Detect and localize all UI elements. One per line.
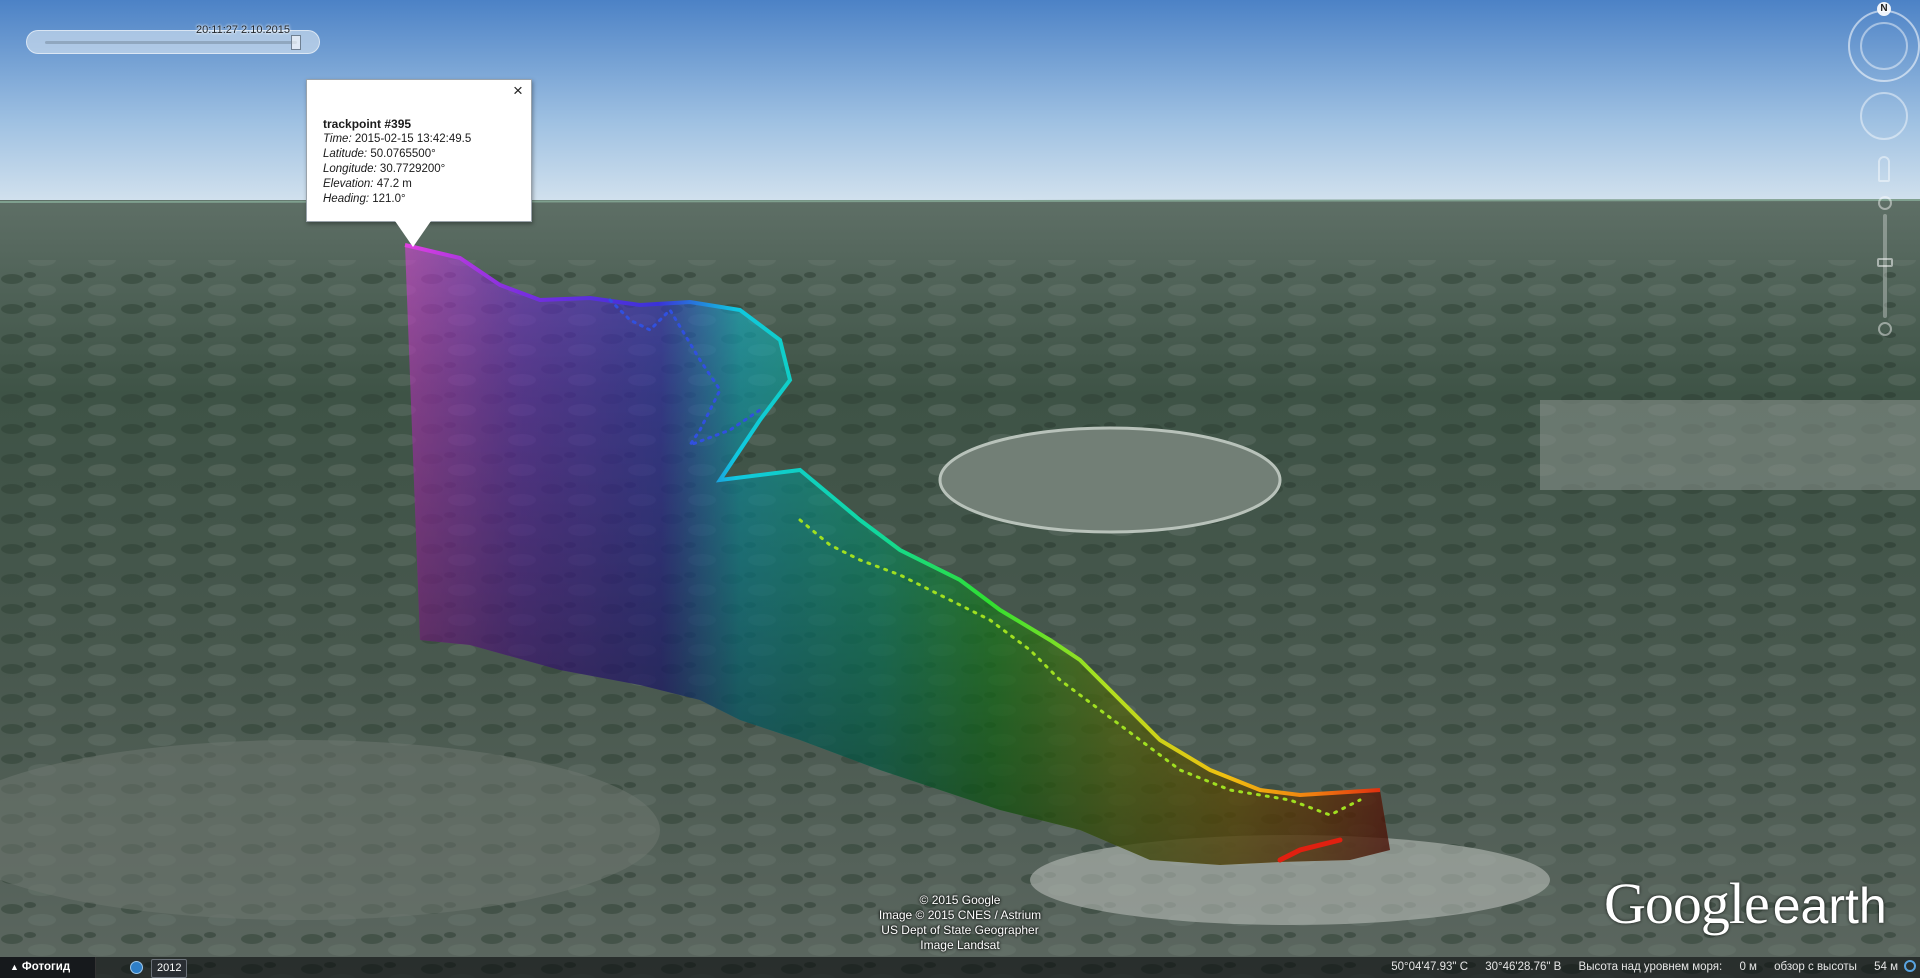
time-slider-handle[interactable] [291, 35, 301, 50]
attribution-line: © 2015 Google [919, 893, 1001, 907]
balloon-row-elevation: Elevation: 47.2 m [323, 178, 412, 190]
balloon-row-time: Time: 2015-02-15 13:42:49.5 [323, 133, 472, 145]
status-readout: 50°04'47.93" С 30°46'28.76" В Высота над… [1377, 957, 1916, 978]
balloon-pointer [395, 221, 431, 247]
pegman-icon[interactable] [1878, 156, 1890, 182]
tour-guide-label: Фотогид [21, 961, 71, 973]
streaming-indicator-icon [1904, 960, 1916, 972]
eye-altitude-value: 54 м [1874, 961, 1898, 973]
field-oval [938, 426, 1282, 534]
earth-3d-view[interactable] [0, 0, 1920, 978]
attribution-line: US Dept of State Geographer [881, 923, 1039, 937]
chevron-up-icon: ▲ [10, 962, 19, 972]
google-earth-logo: Googleearth [1604, 870, 1887, 937]
status-bar: ▲ Фотогид 2012 50°04'47.93" С 30°46'28.76… [0, 957, 1920, 978]
elevation-label: Высота над уровнем моря: [1578, 961, 1723, 973]
zoom-slider-thumb[interactable] [1877, 258, 1893, 267]
zoom-in-icon[interactable] [1878, 196, 1892, 210]
balloon-row-longitude: Longitude: 30.7729200° [323, 163, 446, 175]
imagery-attribution: © 2015 Google Image © 2015 CNES / Astriu… [860, 893, 1060, 953]
close-icon[interactable]: × [509, 82, 527, 100]
navigation-controls: N [1830, 0, 1920, 360]
logo-earth-text: earth [1772, 878, 1887, 934]
imagery-year-badge[interactable]: 2012 [151, 959, 188, 978]
trackpoint-balloon: × trackpoint #395 Time: 2015-02-15 13:42… [306, 79, 532, 222]
attribution-line: Image © 2015 CNES / Astrium [878, 908, 1042, 922]
attribution-line: Image Landsat [920, 938, 1000, 952]
compass-inner-ring[interactable] [1860, 22, 1908, 70]
logo-google-text: Google [1604, 871, 1770, 936]
balloon-details: Time: 2015-02-15 13:42:49.5 Latitude: 50… [323, 132, 471, 207]
tour-guide-button[interactable]: ▲ Фотогид [0, 957, 96, 978]
balloon-row-latitude: Latitude: 50.0765500° [323, 148, 436, 160]
cursor-latitude: 50°04'47.93" С [1391, 961, 1469, 973]
look-joystick-icon[interactable] [1860, 92, 1908, 140]
balloon-row-heading: Heading: 121.0° [323, 193, 406, 205]
lit-area [1540, 400, 1920, 490]
cursor-longitude: 30°46'28.76" В [1485, 961, 1562, 973]
historical-imagery-icon[interactable] [130, 961, 143, 974]
time-slider-track[interactable] [45, 41, 297, 44]
time-slider-label: 20:11:27 2.10.2015 [196, 24, 290, 36]
zoom-out-icon[interactable] [1878, 322, 1892, 336]
elevation-value: 0 м [1739, 961, 1757, 973]
balloon-title: trackpoint #395 [323, 117, 412, 131]
eye-altitude-label: обзор с высоты [1774, 961, 1857, 973]
north-indicator[interactable]: N [1877, 2, 1891, 16]
